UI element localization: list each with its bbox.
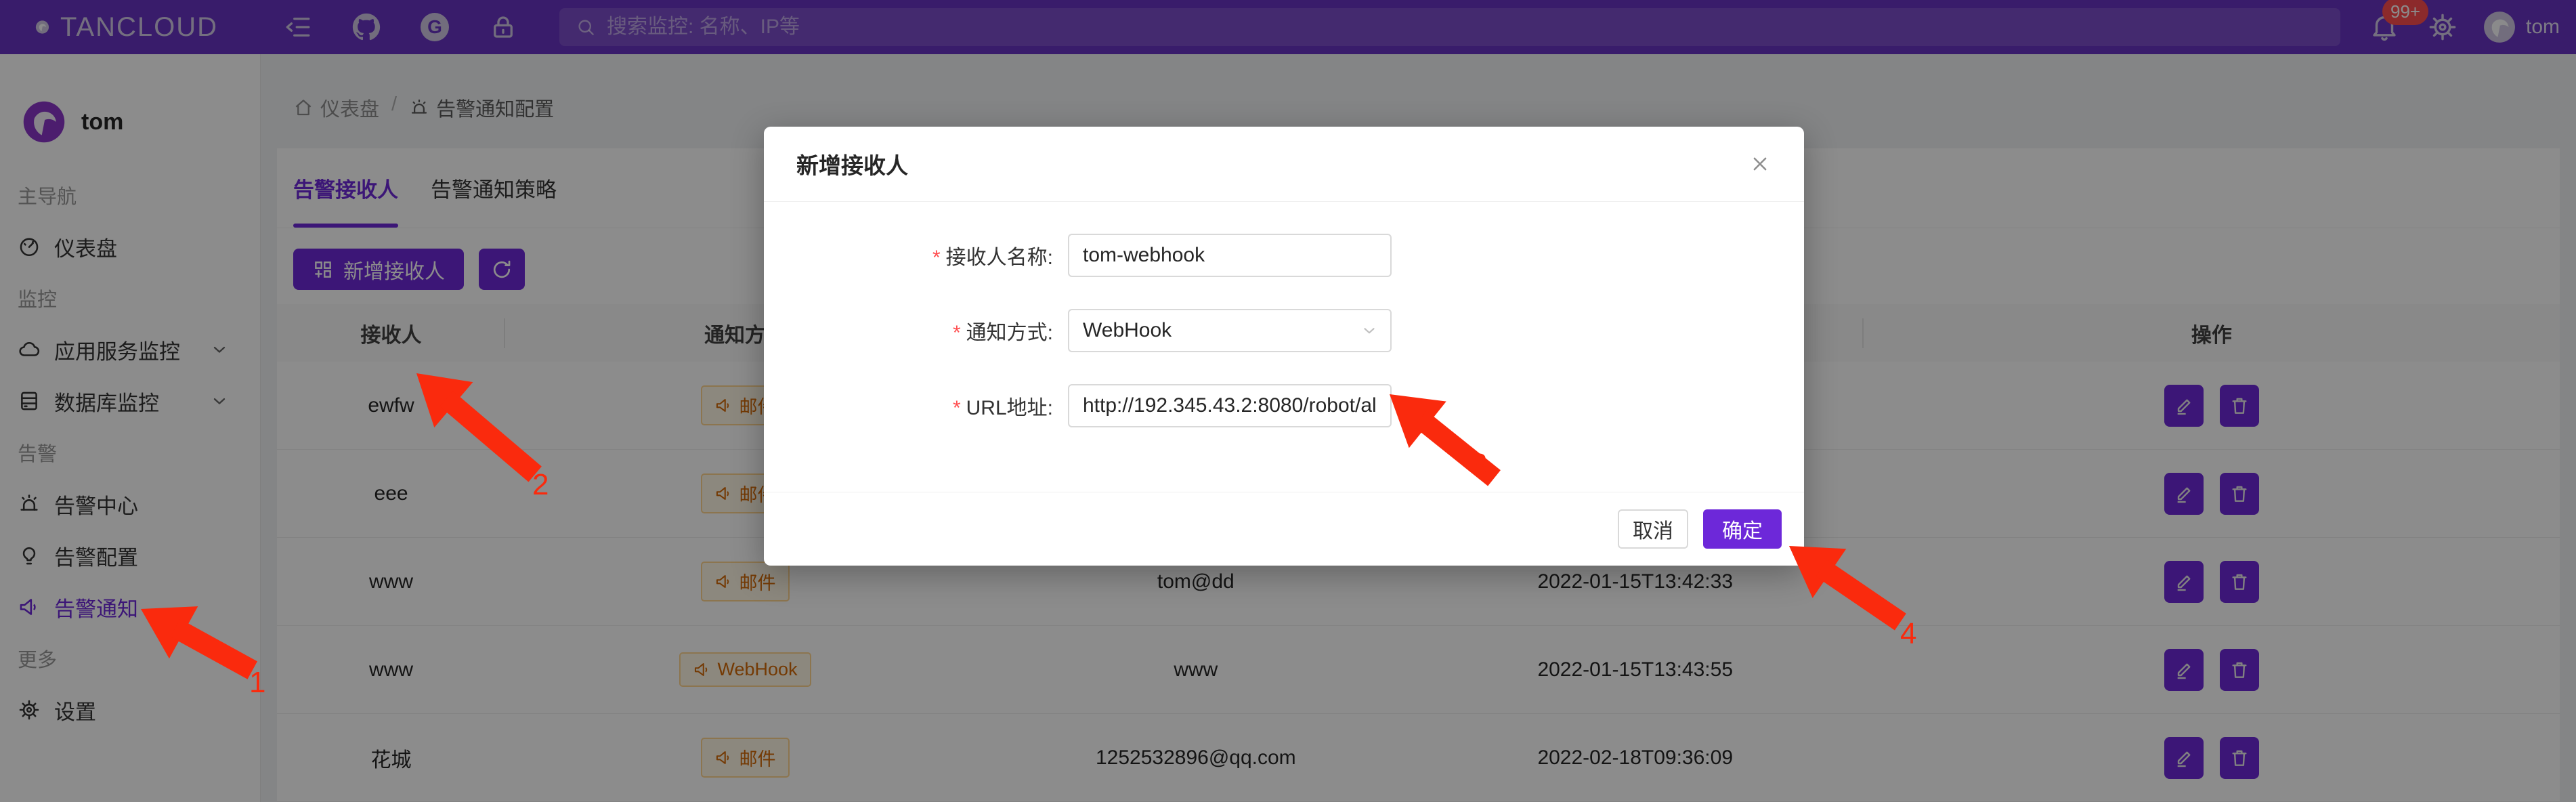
required-asterisk: *: [932, 247, 941, 269]
form-row-notice-method: *通知方式: WebHook: [764, 309, 1804, 352]
webhook-url-input[interactable]: [1068, 384, 1392, 427]
modal-title: 新增接收人: [796, 148, 908, 180]
required-asterisk: *: [953, 322, 961, 344]
modal-close-button[interactable]: [1736, 127, 1784, 201]
add-recipient-modal: 新增接收人 *接收人名称: *通知方式: WebHook *URL地址: 取消: [764, 127, 1804, 566]
notice-method-select[interactable]: WebHook: [1068, 309, 1392, 352]
cancel-button[interactable]: 取消: [1618, 509, 1688, 549]
field-label: URL地址:: [966, 397, 1053, 419]
modal-footer: 取消 确定: [764, 492, 1804, 566]
field-label: 通知方式:: [966, 322, 1053, 344]
field-label: 接收人名称:: [946, 247, 1053, 269]
modal-header: 新增接收人: [764, 127, 1804, 202]
confirm-button[interactable]: 确定: [1703, 509, 1782, 549]
chevron-down-icon: [1360, 322, 1378, 339]
recipient-name-input[interactable]: [1068, 234, 1392, 277]
app: TANCLOUD G 99+ tom tom: [0, 0, 2576, 802]
close-icon: [1750, 154, 1770, 174]
form-row-url: *URL地址:: [764, 384, 1804, 427]
modal-body: *接收人名称: *通知方式: WebHook *URL地址:: [764, 202, 1804, 492]
required-asterisk: *: [953, 397, 961, 419]
form-row-recipient-name: *接收人名称:: [764, 234, 1804, 277]
select-value: WebHook: [1083, 319, 1172, 342]
